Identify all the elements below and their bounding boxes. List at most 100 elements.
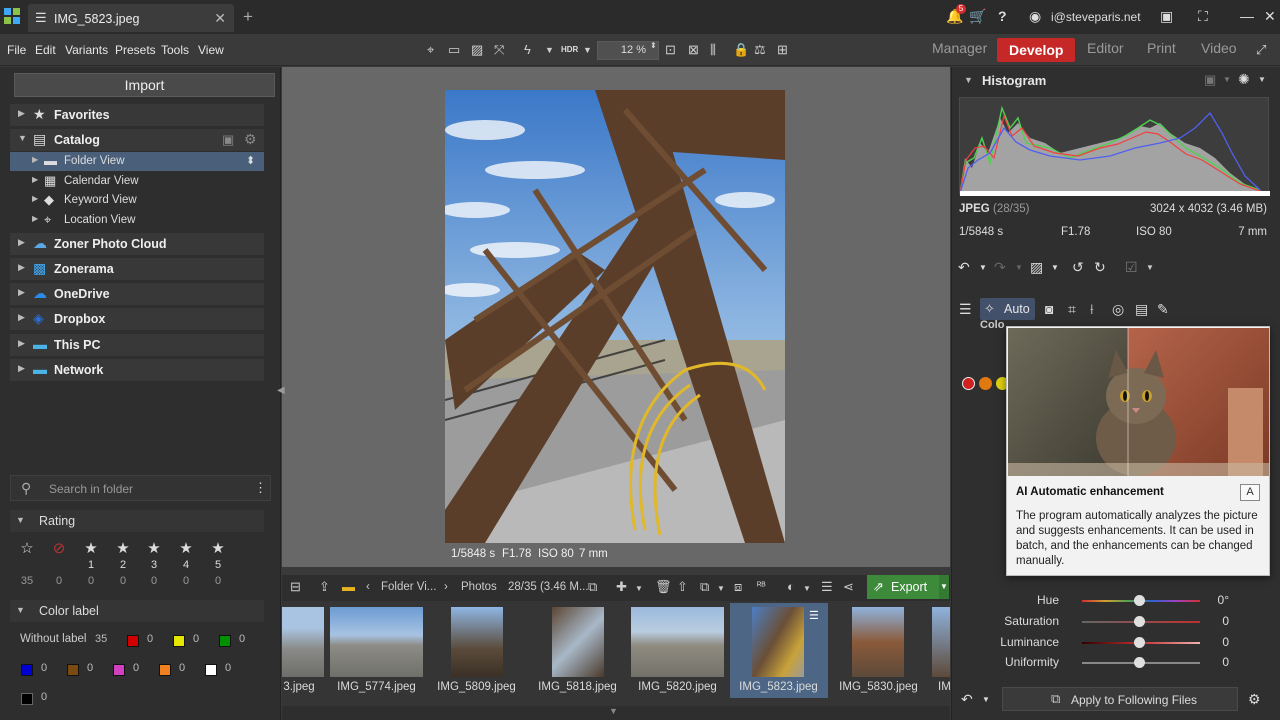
duplicate-icon[interactable]: ⧉ [700,579,709,595]
export-button[interactable]: ⇗ Export [867,575,939,599]
lock-icon[interactable]: 🔒 [733,42,749,58]
rating-filter-1[interactable]: ★ 1 0 [81,541,101,588]
expand-arrow-icon[interactable]: ▶ [32,214,38,223]
menu-presets[interactable]: Presets [115,43,156,57]
without-label-filter[interactable]: Without label [20,633,86,645]
filter-chevron-icon[interactable]: ▼ [803,584,811,593]
color-swatch-black[interactable] [21,693,33,705]
undo-icon[interactable]: ↶ [958,259,970,276]
fullscreen-icon[interactable]: ⛶ [1198,8,1208,25]
hdr-chevron-icon[interactable]: ▼ [583,45,592,55]
rating-section-header[interactable]: ▼ Rating [10,510,264,532]
slider-knob[interactable] [1134,616,1145,627]
split-view-icon[interactable]: ⫼ [710,42,716,58]
undo-chevron-icon[interactable]: ▼ [979,263,987,272]
fit-screen-icon[interactable]: ⤧ [494,42,504,58]
color-swatch-green[interactable] [219,635,231,647]
hue-slider[interactable]: Hue 0° [952,591,1272,611]
slider-value[interactable]: 0 [1199,655,1229,669]
compare-image-icon[interactable]: ▨ [1030,259,1043,276]
approve-chevron-icon[interactable]: ▼ [1146,263,1154,272]
catalog-keyword-view[interactable]: ▶ ◆ Keyword View [10,191,264,210]
folder-open-icon[interactable]: ▭ [448,42,460,58]
rating-filter-3[interactable]: ★ 3 0 [144,541,164,588]
expand-arrow-icon[interactable]: ▶ [18,338,25,349]
close-tab-icon[interactable]: ✕ [214,10,226,27]
module-editor[interactable]: Editor [1087,40,1124,56]
reset-icon[interactable]: ↶ [961,691,973,708]
minimize-icon[interactable]: — [1240,8,1254,24]
chevron-down-icon[interactable]: ▼ [545,45,554,55]
collapse-arrow-icon[interactable]: ▼ [964,75,973,85]
adjustments-icon[interactable]: ☰ [959,301,972,318]
sort-icon[interactable]: ⬍ [246,154,255,167]
nav-network[interactable]: ▶ ▬ Network [10,359,264,381]
color-label-section-header[interactable]: ▼ Color label [10,600,264,622]
collapse-left-icon[interactable]: ◀ [277,385,285,396]
rename-icon[interactable]: ᴿᴮ [757,581,766,592]
thumbnail[interactable] [552,607,604,677]
folder-up-icon[interactable]: ⇪ [319,579,330,595]
expand-arrow-icon[interactable]: ▶ [18,237,25,248]
color-swatch-orange[interactable] [159,664,171,676]
slider-value[interactable]: 0 [1199,635,1229,649]
collapse-arrow-icon[interactable]: ▼ [16,605,25,615]
lightning-icon[interactable]: ϟ [524,42,531,57]
actual-size-icon[interactable]: ⊡ [665,42,676,58]
grid-overlay-icon[interactable]: ⊞ [777,42,788,58]
trash-icon[interactable]: 🗑 [655,579,672,595]
saturation-slider[interactable]: Saturation 0 [952,612,1272,632]
rating-filter-4[interactable]: ★ 4 0 [176,541,196,588]
expand-arrow-icon[interactable]: ▶ [18,262,25,273]
expand-arrow-icon[interactable]: ▶ [32,155,38,164]
camera-icon[interactable]: ◙ [1045,301,1053,317]
perspective-icon[interactable]: ⟊ [1090,301,1094,318]
rating-filter-2[interactable]: ★ 2 0 [113,541,133,588]
color-swatch-white[interactable] [205,664,217,676]
share-icon[interactable]: ⋖ [843,579,854,595]
batch-settings-icon[interactable]: ⚙ [1248,691,1261,708]
more-options-icon[interactable]: ⋮ [254,480,267,496]
approve-icon[interactable]: ☑ [1125,259,1138,276]
menu-tools[interactable]: Tools [161,43,189,57]
module-develop[interactable]: Develop [997,38,1076,62]
rotate-right-icon[interactable]: ↻ [1094,259,1106,276]
color-swatch-red[interactable] [127,635,139,647]
folder-search[interactable]: ⚲ Search in folder ⋮ [10,475,271,501]
menu-edit[interactable]: Edit [35,43,56,57]
apply-to-following-button[interactable]: ⧉ Apply to Following Files [1002,687,1238,711]
thumbnail[interactable] [932,607,950,677]
auto-enhance-button[interactable]: ✧ Auto [980,298,1035,320]
nav-favorites[interactable]: ▶ ★ Favorites [10,104,264,126]
slider-knob[interactable] [1134,637,1145,648]
expand-arrow-icon[interactable]: ▶ [18,363,25,374]
thumbnail[interactable] [852,607,904,677]
nav-zonerama[interactable]: ▶ ▩ Zonerama [10,258,264,280]
hdr-label[interactable]: HDR [561,45,578,54]
breadcrumb-back-icon[interactable]: ‹ [366,581,370,593]
color-swatch-magenta[interactable] [113,664,125,676]
filmstrip-toggle-icon[interactable]: ⊟ [290,579,301,595]
catalog-calendar-view[interactable]: ▶ ▦ Calendar View [10,172,264,191]
nav-dropbox[interactable]: ▶ ◈ Dropbox [10,308,264,330]
menu-view[interactable]: View [198,43,224,57]
rating-filter-rejected[interactable]: ⊘ 0 [49,541,69,588]
lens-icon[interactable]: ◎ [1112,301,1124,318]
import-button[interactable]: Import [14,73,275,97]
zoom-stepper-icon[interactable]: ⬍ [650,41,657,50]
histogram-mode-icon[interactable]: ▣ [1204,72,1216,88]
gear-icon[interactable]: ⚙ [244,131,257,148]
fit-icon[interactable]: ⊠ [688,42,699,58]
color-swatch-brown[interactable] [67,664,79,676]
account-icon[interactable]: ◉ [1029,8,1041,25]
nav-onedrive[interactable]: ▶ ☁ OneDrive [10,283,264,305]
color-swatch-blue[interactable] [21,664,33,676]
gradient-icon[interactable]: ▤ [1135,301,1148,318]
color-swatch-yellow[interactable] [173,635,185,647]
menu-variants[interactable]: Variants [65,43,108,57]
slider-knob[interactable] [1134,595,1145,606]
histogram-mode-chevron-icon[interactable]: ▼ [1223,75,1231,84]
account-email[interactable]: i@steveparis.net [1051,10,1141,24]
nav-zoner-photo-cloud[interactable]: ▶ ☁ Zoner Photo Cloud [10,233,264,255]
duplicate-chevron-icon[interactable]: ▼ [717,584,725,593]
